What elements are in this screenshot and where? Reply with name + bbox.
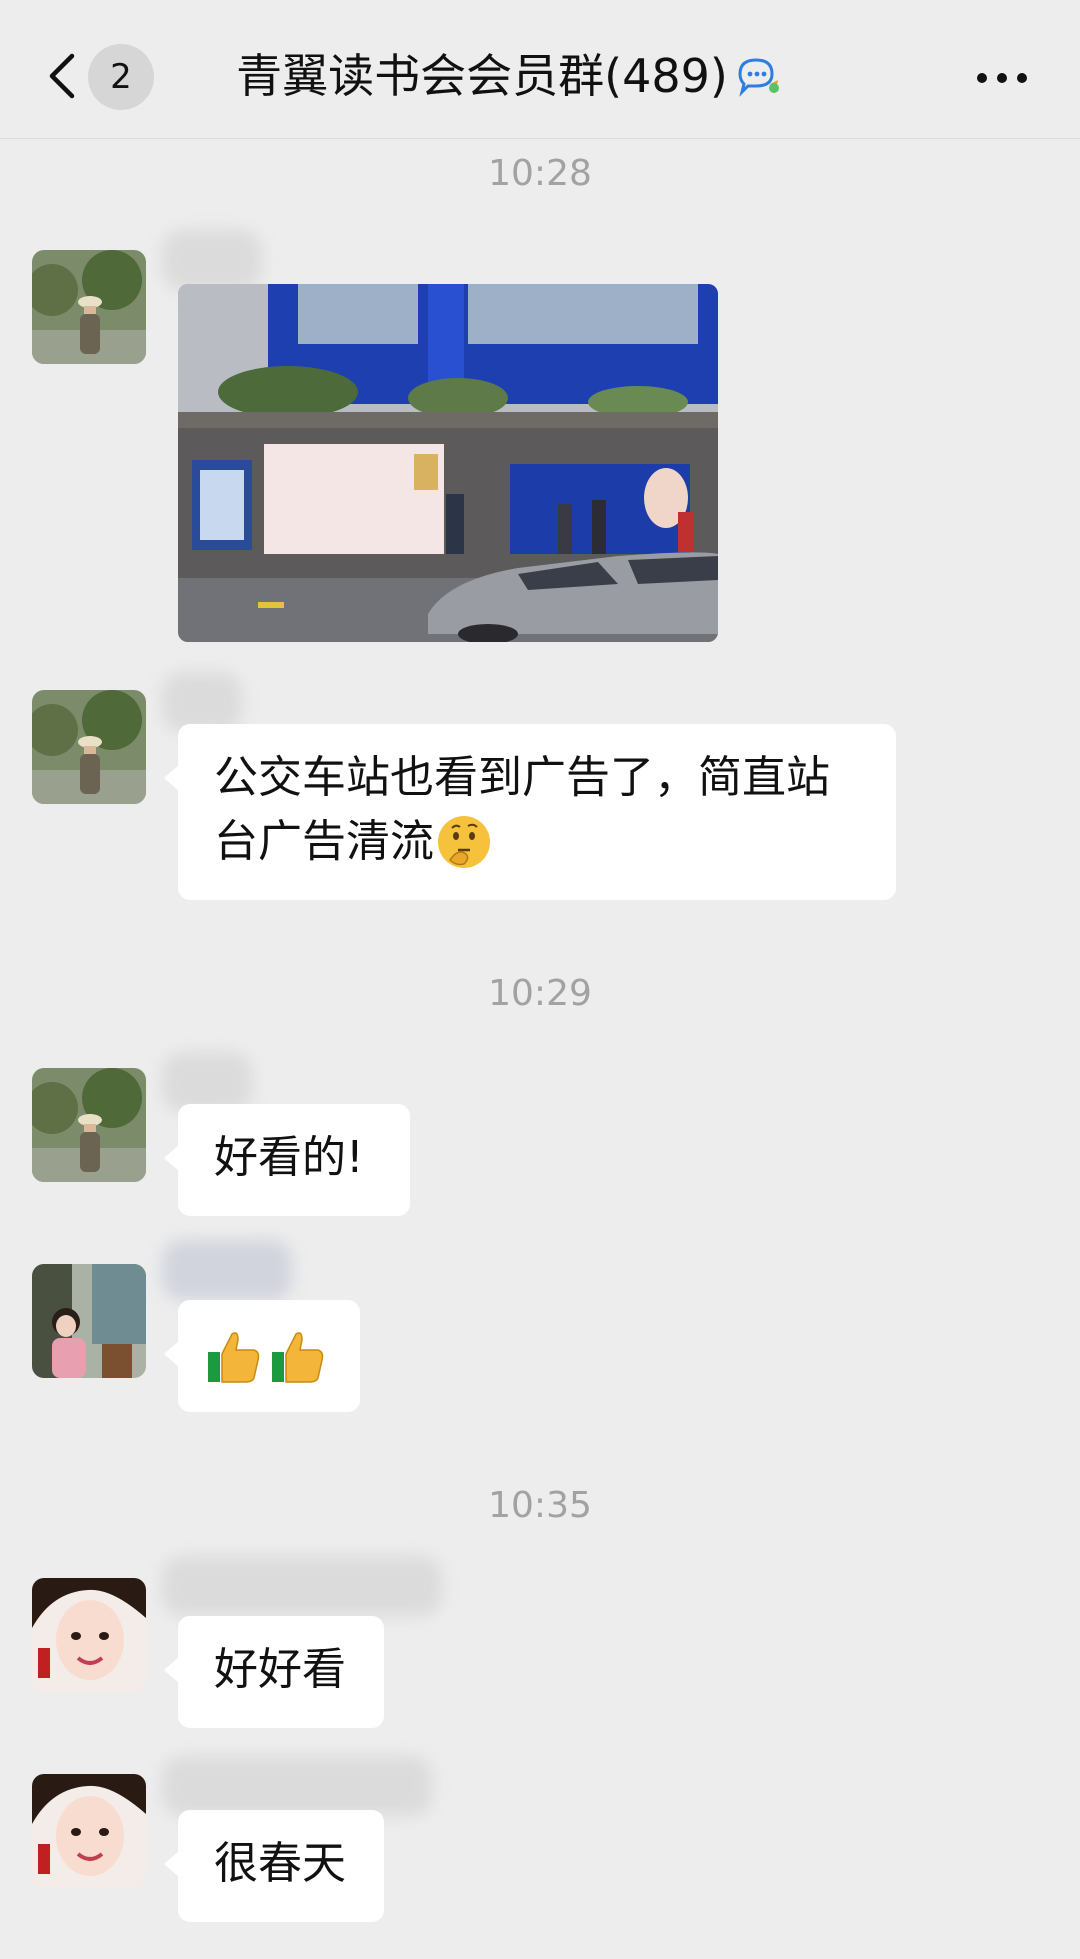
chat-title: 青翼读书会会员群(489) [236,49,728,103]
sender-name-blurred [162,672,242,732]
message-text-line: 公交车站也看到广告了，简直站 [214,752,830,803]
avatar[interactable] [32,1264,146,1378]
chat-title-bar[interactable]: 青翼读书会会员群(489) [180,46,840,106]
thumbs-up-icon [208,1332,260,1383]
image-message-bus-stop[interactable] [178,284,718,642]
message-text-line: 台广告清流 [214,810,860,874]
more-dots-icon[interactable] [974,60,1030,96]
timestamp: 10:28 [488,153,592,194]
avatar[interactable] [32,690,146,804]
message-bubble[interactable] [164,1300,360,1412]
message-text: 台广告清流 [214,816,434,867]
message-text: 很春天 [214,1838,346,1889]
avatar[interactable] [32,1068,146,1182]
thumbs-up-icon [272,1332,324,1383]
unread-count-badge[interactable]: 2 [88,44,154,110]
sender-name-blurred [162,1052,252,1112]
sender-name-blurred [162,1240,292,1300]
sender-name-blurred [162,230,262,290]
chat-screen: 2 青翼读书会会员群(489) 10:28 公交车站也看到广告了，简直站 台广告… [0,0,1080,1959]
group-chat-icon [738,58,779,97]
message-bubble[interactable]: 很春天 [164,1810,384,1922]
avatar[interactable] [32,250,146,364]
message-text: 好好看 [214,1644,346,1695]
chevron-left-icon[interactable] [44,52,80,100]
thinking-face-icon [438,816,490,868]
message-text: 好看的! [214,1132,364,1183]
sender-name-blurred [162,1556,442,1616]
message-bubble[interactable]: 好好看 [164,1616,384,1728]
sender-name-blurred [162,1756,432,1816]
message-bubble[interactable]: 公交车站也看到广告了，简直站 台广告清流 [164,724,896,900]
message-bubble[interactable]: 好看的! [164,1104,410,1216]
chat-header: 2 青翼读书会会员群(489) [0,0,1080,139]
avatar[interactable] [32,1578,146,1692]
avatar[interactable] [32,1774,146,1888]
timestamp: 10:29 [488,973,592,1014]
timestamp: 10:35 [488,1485,592,1526]
